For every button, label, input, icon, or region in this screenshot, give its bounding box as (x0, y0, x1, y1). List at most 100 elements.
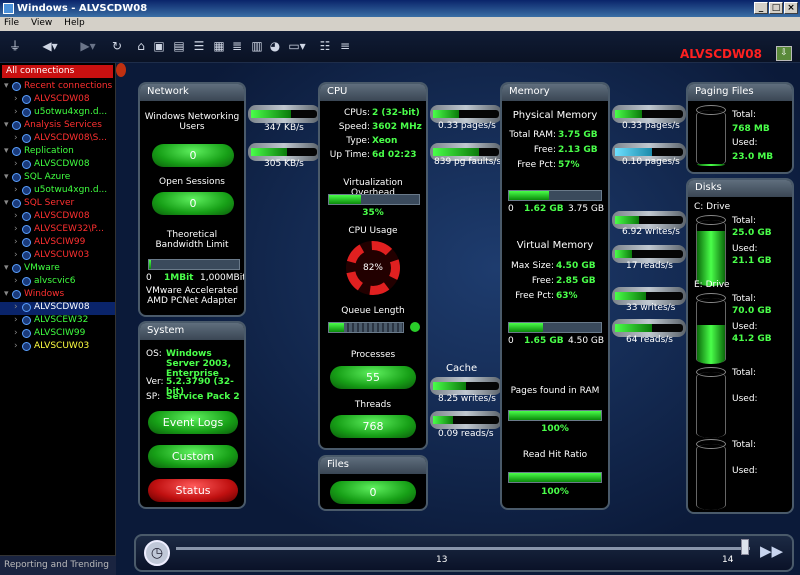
menu-help[interactable]: Help (64, 18, 85, 28)
reporting-trending-link[interactable]: Reporting and Trending (0, 555, 116, 575)
files-value[interactable]: 0 (330, 481, 416, 504)
files-panel: Files 0 (318, 455, 428, 511)
processes-value[interactable]: 55 (330, 366, 416, 389)
network-pipe-1 (248, 105, 320, 123)
c-total-label: Total: (732, 216, 757, 226)
network-panel: Network Windows Networking Users 0 Open … (138, 82, 246, 317)
tree-item-label: Windows (24, 289, 65, 299)
child-arrow-icon[interactable]: › (14, 315, 18, 325)
tree-item[interactable]: ▾ SQL Azure (0, 172, 115, 185)
child-arrow-icon[interactable]: › (14, 341, 18, 351)
panel-icon[interactable]: ▤ (172, 39, 186, 53)
child-arrow-icon[interactable]: › (14, 276, 18, 286)
c-used-value: 21.1 GB (732, 256, 772, 266)
dashboard-icon[interactable]: ▣ (152, 39, 166, 53)
expand-icon[interactable]: ▾ (4, 172, 9, 182)
minimize-button[interactable]: _ (754, 2, 768, 14)
tree-item[interactable]: ▾ Analysis Services (0, 120, 115, 133)
tree-item[interactable]: › u5otwu4xgn.d... (0, 107, 115, 120)
collapse-sidebar-icon[interactable] (116, 63, 126, 77)
tree-item[interactable]: ▾ VMware (0, 263, 115, 276)
back-icon[interactable]: ◀▾ (38, 39, 62, 53)
threads-value[interactable]: 768 (330, 415, 416, 438)
tree-item[interactable]: ▾ Replication (0, 146, 115, 159)
paging-total-value: 768 MB (732, 124, 770, 134)
free-pct-label: Free Pct: (517, 160, 556, 170)
clock-icon[interactable]: ◷ (144, 540, 170, 566)
expand-icon[interactable]: ▾ (4, 263, 9, 273)
tree-item[interactable]: › ALVSCEW32\P... (0, 224, 115, 237)
tree-item[interactable]: › ALVSCDW08 (0, 211, 115, 224)
tree-item[interactable]: ▾ SQL Server (0, 198, 115, 211)
open-sessions-value[interactable]: 0 (152, 192, 234, 215)
tree-item-label: alvscvic6 (34, 276, 76, 286)
child-arrow-icon[interactable]: › (14, 250, 18, 260)
timeline-slider-handle[interactable] (741, 539, 749, 555)
tree-item[interactable]: › ALVSCDW08 (0, 94, 115, 107)
networking-users-value[interactable]: 0 (152, 144, 234, 167)
tree-item[interactable]: › alvscvic6 (0, 276, 115, 289)
home-icon[interactable]: ⌂ (134, 39, 148, 53)
child-arrow-icon[interactable]: › (14, 328, 18, 338)
tree-item[interactable]: › ALVSCDW08 (0, 159, 115, 172)
status-button[interactable]: Status (148, 479, 238, 502)
pie-icon[interactable]: ◕ (268, 39, 282, 53)
tree-item[interactable]: › u5otwu4xgn.d... (0, 185, 115, 198)
e-drive-cylinder (696, 293, 726, 364)
disk-4-cylinder (696, 439, 726, 510)
expand-icon[interactable]: ▾ (4, 120, 9, 130)
child-arrow-icon[interactable]: › (14, 94, 18, 104)
skip-to-end-icon[interactable]: ▶▶ (760, 542, 784, 564)
menu-view[interactable]: View (31, 18, 52, 28)
child-arrow-icon[interactable]: › (14, 211, 18, 221)
network-adapter: VMware Accelerated AMD PCNet Adapter (145, 286, 239, 306)
event-logs-button[interactable]: Event Logs (148, 411, 238, 434)
virtualization-value: 35% (362, 208, 384, 218)
tree-item[interactable]: › ALVSCIW99 (0, 328, 115, 341)
close-button[interactable]: × (784, 2, 798, 14)
virtual-memory-bar (508, 322, 602, 333)
child-arrow-icon[interactable]: › (14, 302, 18, 312)
tree-item[interactable]: ▾ Windows (0, 289, 115, 302)
tree-item[interactable]: › ALVSCDW08 (0, 302, 115, 315)
database-icon[interactable]: ☰ (192, 39, 206, 53)
tree-item[interactable]: › ALVSCUW03 (0, 250, 115, 263)
virtual-memory-title: Virtual Memory (516, 240, 594, 251)
list-icon[interactable]: ≡ (338, 39, 352, 53)
menu-file[interactable]: File (4, 18, 19, 28)
child-arrow-icon[interactable]: › (14, 107, 18, 117)
c-reads-rate: 17 reads/s (626, 261, 673, 271)
expand-icon[interactable]: ▾ (4, 146, 9, 156)
timeline-track[interactable] (176, 547, 750, 550)
tree-item[interactable]: › ALVSCEW32 (0, 315, 115, 328)
maximize-button[interactable]: □ (769, 2, 783, 14)
tree-item[interactable]: › ALVSCUW03 (0, 341, 115, 354)
stack-icon[interactable]: ≣ (230, 39, 244, 53)
child-arrow-icon[interactable]: › (14, 237, 18, 247)
child-arrow-icon[interactable]: › (14, 185, 18, 195)
child-arrow-icon[interactable]: › (14, 133, 18, 143)
expand-icon[interactable]: ▾ (4, 198, 9, 208)
chart-icon[interactable]: ▥ (250, 39, 264, 53)
expand-icon[interactable]: ▾ (4, 81, 9, 91)
sidebar-header[interactable]: All connections (2, 65, 113, 78)
window-title: Windows - ALVSCDW08 (17, 3, 148, 14)
e-used-value: 41.2 GB (732, 334, 772, 344)
refresh-icon[interactable]: ↻ (110, 39, 124, 53)
server-icon (22, 251, 31, 260)
faults-rate: 839 pg faults/s (434, 157, 502, 167)
connect-icon[interactable]: ⏚ (8, 39, 22, 53)
expand-icon[interactable]: ▾ (4, 289, 9, 299)
list-settings-icon[interactable]: ☷ (318, 39, 332, 53)
options-icon[interactable]: ▭▾ (286, 39, 308, 53)
forward-icon[interactable]: ▶▾ (76, 39, 100, 53)
child-arrow-icon[interactable]: › (14, 224, 18, 234)
tree-item[interactable]: ▾ Recent connections (0, 81, 115, 94)
tree-item[interactable]: › ALVSCIW99 (0, 237, 115, 250)
server-icon[interactable]: ▦ (212, 39, 226, 53)
custom-button[interactable]: Custom (148, 445, 238, 468)
export-icon[interactable]: ⇩ (776, 46, 792, 61)
tree-item[interactable]: › ALVSCDW08\S... (0, 133, 115, 146)
child-arrow-icon[interactable]: › (14, 159, 18, 169)
disk-4-used-label: Used: (732, 466, 758, 476)
